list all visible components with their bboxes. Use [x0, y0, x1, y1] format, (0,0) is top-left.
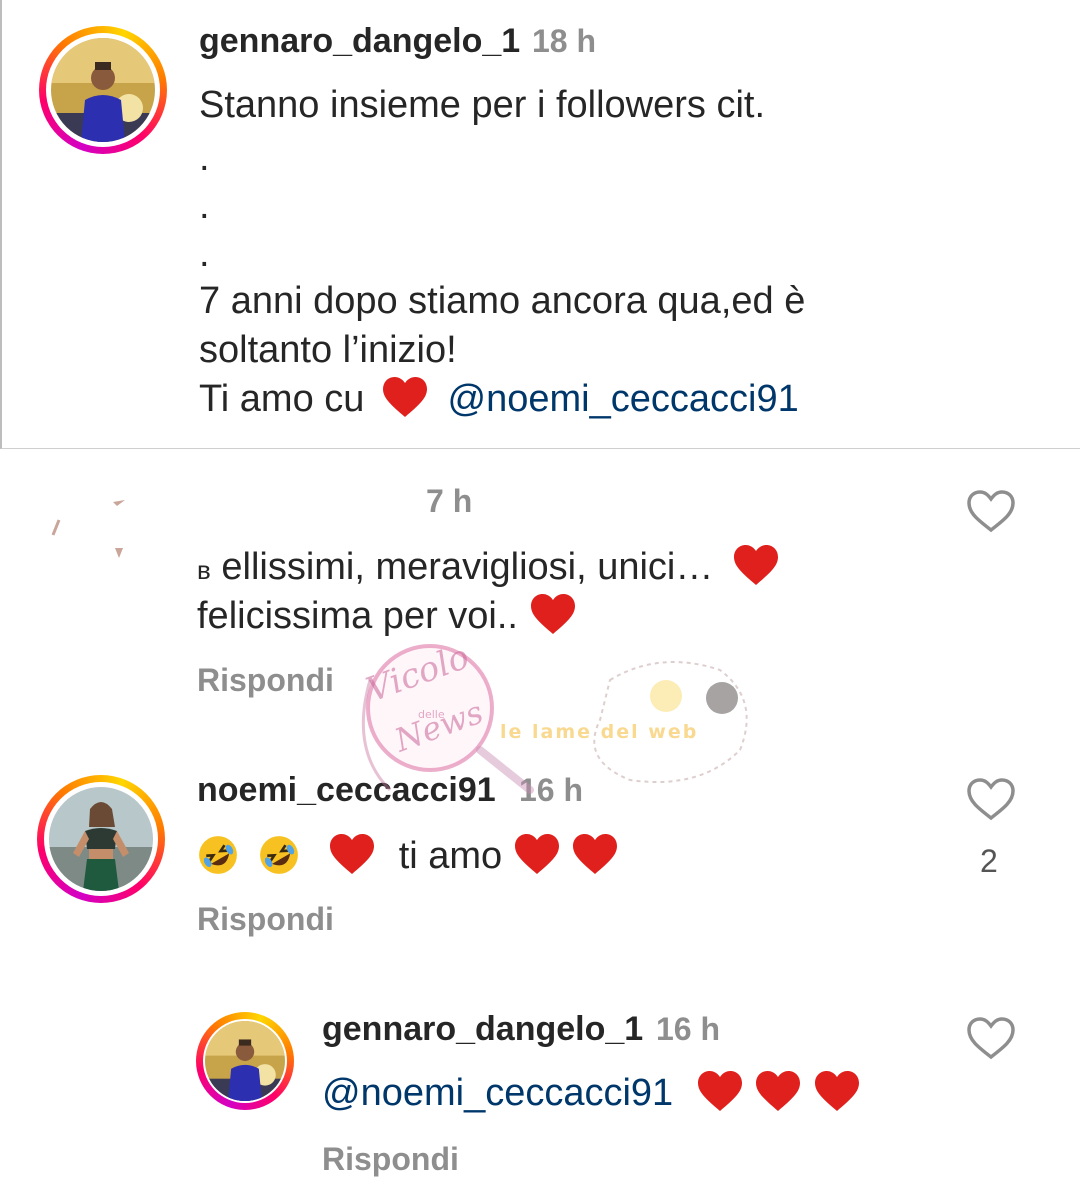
comment-2-text-content: ti amo	[398, 835, 503, 877]
comment-2-username[interactable]: noemi_ceccacci91	[197, 771, 496, 810]
caption-line-3: soltanto l’inizio!	[199, 329, 457, 371]
comment-2-text: ti amo	[197, 832, 619, 880]
red-heart-emoji	[696, 1069, 744, 1113]
caption-line-1: Stanno insieme per i followers cit.	[199, 84, 766, 126]
like-heart-outline-icon[interactable]	[966, 777, 1016, 821]
like-heart-outline-icon[interactable]	[966, 1016, 1016, 1060]
avatar-ring[interactable]	[37, 775, 165, 903]
comment-3-mention[interactable]: @noemi_ceccacci91	[322, 1072, 673, 1114]
avatar	[205, 1021, 285, 1101]
watermark-left-text: Vicolo	[361, 640, 474, 710]
caption-line-4: Ti amo cu @noemi_ceccacci91	[199, 375, 799, 423]
comment-2-like-count: 2	[980, 843, 998, 879]
red-heart-emoji	[732, 543, 780, 587]
red-heart-emoji	[754, 1069, 802, 1113]
comment-3-timestamp: 16 h	[656, 1011, 721, 1047]
comment-1-text-2: felicissima per voi..	[197, 595, 518, 637]
caption-block: gennaro_dangelo_1 18 h Stanno insieme pe…	[0, 0, 1080, 449]
caption-timestamp: 18 h	[532, 23, 597, 59]
watermark-left-small: delle	[418, 708, 445, 721]
avatar	[49, 787, 153, 891]
rolling-on-floor-laughing-emoji	[197, 834, 239, 876]
caption-mention[interactable]: @noemi_ceccacci91	[448, 378, 799, 420]
watermark-right-text: le lame del web	[500, 721, 698, 743]
caption-line-2: 7 anni dopo stiamo ancora qua,ed è	[199, 280, 806, 322]
avatar-ring[interactable]	[196, 1012, 294, 1110]
comment-3-reply-button[interactable]: Rispondi	[322, 1141, 459, 1178]
comment-2-reply-button[interactable]: Rispondi	[197, 901, 334, 938]
caption-dot-2: .	[199, 185, 210, 227]
caption-dot-3: .	[199, 233, 210, 275]
comment-1-line-2: felicissima per voi..	[197, 592, 577, 640]
comment-3-text: @noemi_ceccacci91	[322, 1069, 861, 1117]
watermark-left-text2: News	[389, 693, 488, 760]
avatar	[51, 38, 155, 142]
avatar-ring[interactable]	[39, 26, 167, 154]
comment-1-timestamp: 7 h	[426, 483, 473, 519]
red-heart-emoji	[813, 1069, 861, 1113]
red-heart-emoji	[571, 832, 619, 876]
comment-1-line-1: ʙ ellissimi, meravigliosi, unici…	[197, 543, 780, 594]
red-heart-emoji	[529, 592, 577, 636]
like-heart-outline-icon[interactable]	[966, 489, 1016, 533]
red-heart-emoji	[328, 832, 376, 876]
caption-dot-1: .	[199, 137, 210, 179]
comment-1-reply-button[interactable]: Rispondi	[197, 662, 334, 699]
red-heart-emoji	[381, 375, 429, 419]
caption-line-4-prefix: Ti amo cu	[199, 378, 365, 420]
censored-avatar-area	[51, 500, 125, 558]
red-heart-emoji	[513, 832, 561, 876]
caption-username[interactable]: gennaro_dangelo_1	[199, 22, 520, 61]
comment-1-text-1: ellissimi, meravigliosi, unici…	[221, 546, 714, 588]
rolling-on-floor-laughing-emoji	[258, 834, 300, 876]
comment-2-timestamp: 16 h	[519, 772, 584, 808]
comment-3-username[interactable]: gennaro_dangelo_1	[322, 1010, 643, 1049]
comment-1-cut-letter: ʙ	[197, 555, 211, 585]
